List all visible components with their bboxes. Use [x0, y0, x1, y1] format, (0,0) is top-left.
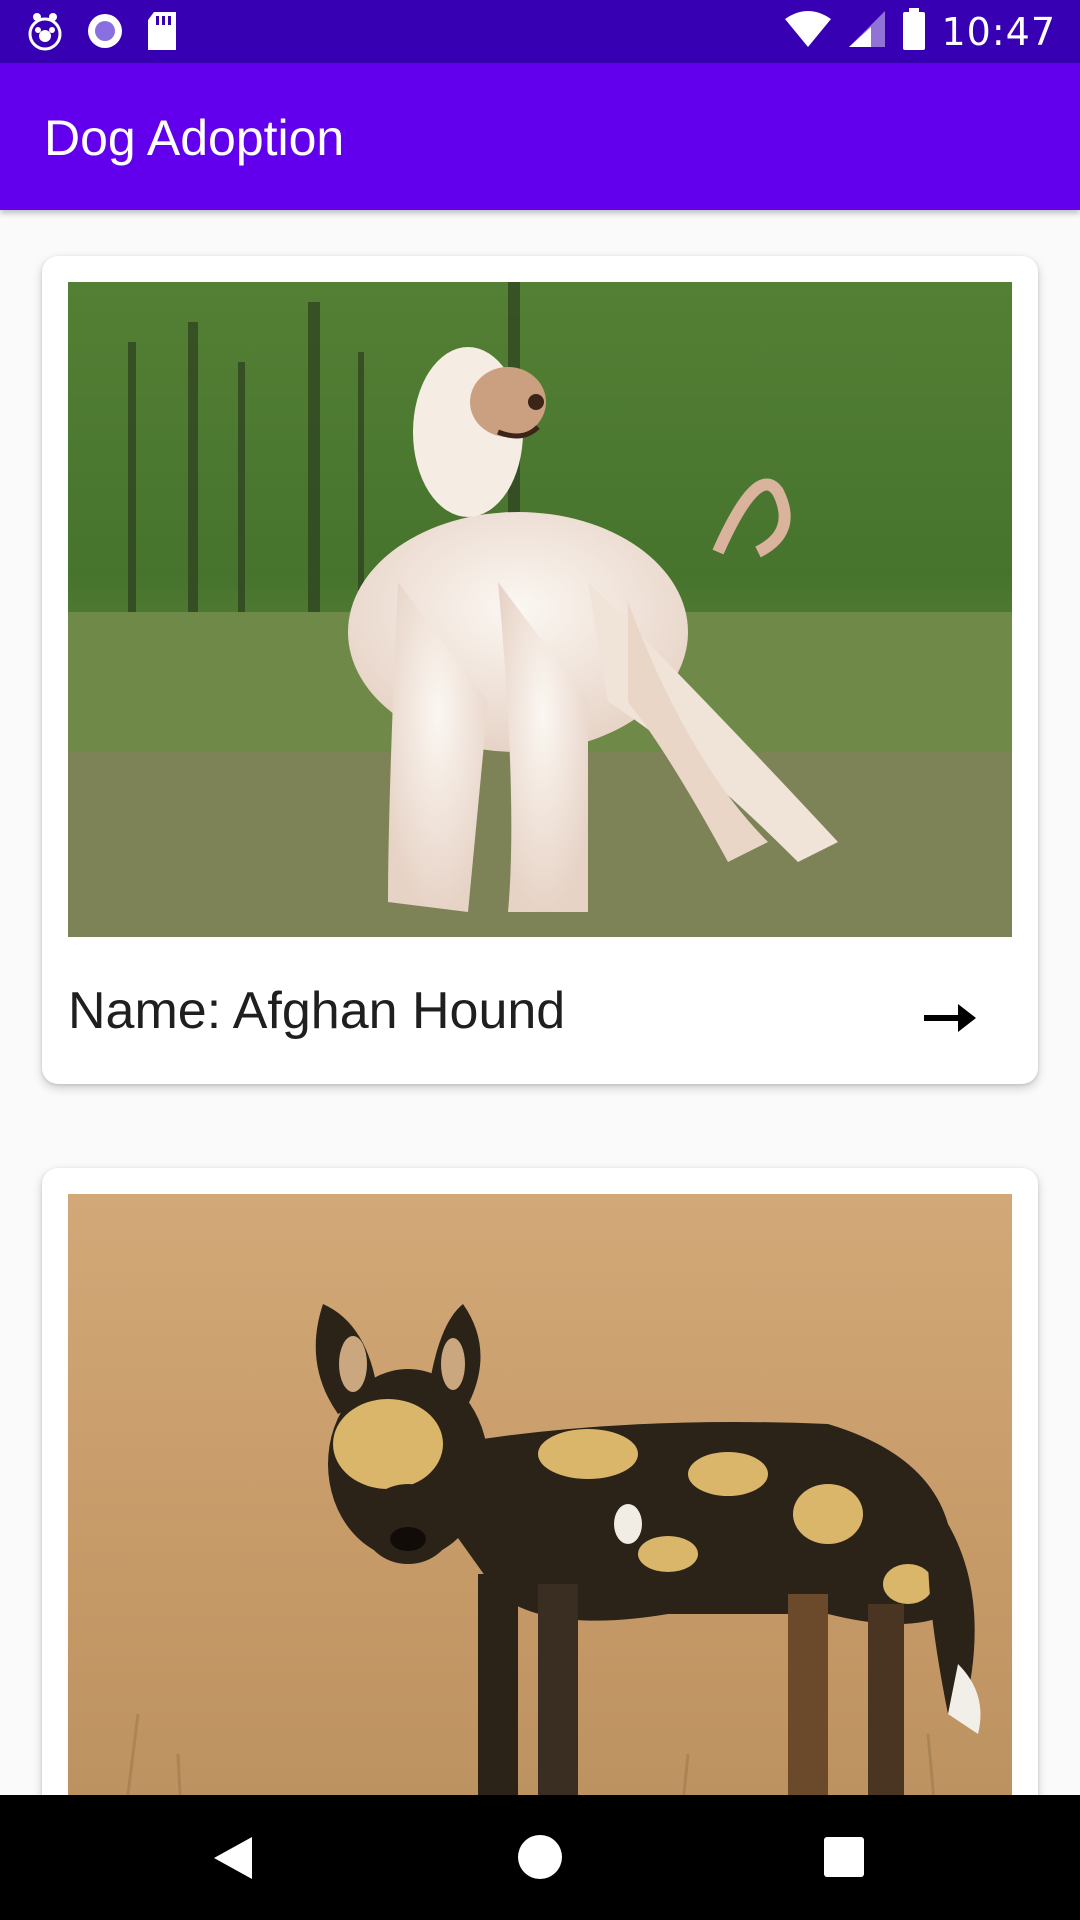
status-bar: 10:47 [0, 0, 1080, 63]
african-wild-dog-photo [68, 1194, 1012, 1795]
app-bar: Dog Adoption [0, 63, 1080, 210]
paw-notification-icon [24, 10, 66, 57]
app-title: Dog Adoption [44, 110, 345, 166]
cell-signal-icon [847, 9, 887, 54]
dog-card-afghan-hound[interactable]: Name: Afghan Hound [42, 256, 1038, 1084]
sd-card-icon [144, 10, 180, 57]
status-time: 10:47 [941, 9, 1056, 54]
dog-list[interactable]: Name: Afghan Hound [0, 210, 1080, 1795]
arrow-right-icon[interactable] [922, 998, 978, 1038]
recents-icon[interactable] [824, 1837, 864, 1877]
wifi-icon [783, 9, 833, 54]
circle-notification-icon [84, 10, 126, 57]
dog-card-african-wild-dog[interactable] [42, 1168, 1038, 1795]
dog-name-label: Name: Afghan Hound [68, 982, 566, 1040]
battery-icon [901, 8, 927, 55]
navigation-bar [0, 1795, 1080, 1920]
back-icon[interactable] [212, 1835, 254, 1886]
afghan-hound-photo [68, 282, 1012, 937]
home-icon[interactable] [518, 1835, 562, 1879]
